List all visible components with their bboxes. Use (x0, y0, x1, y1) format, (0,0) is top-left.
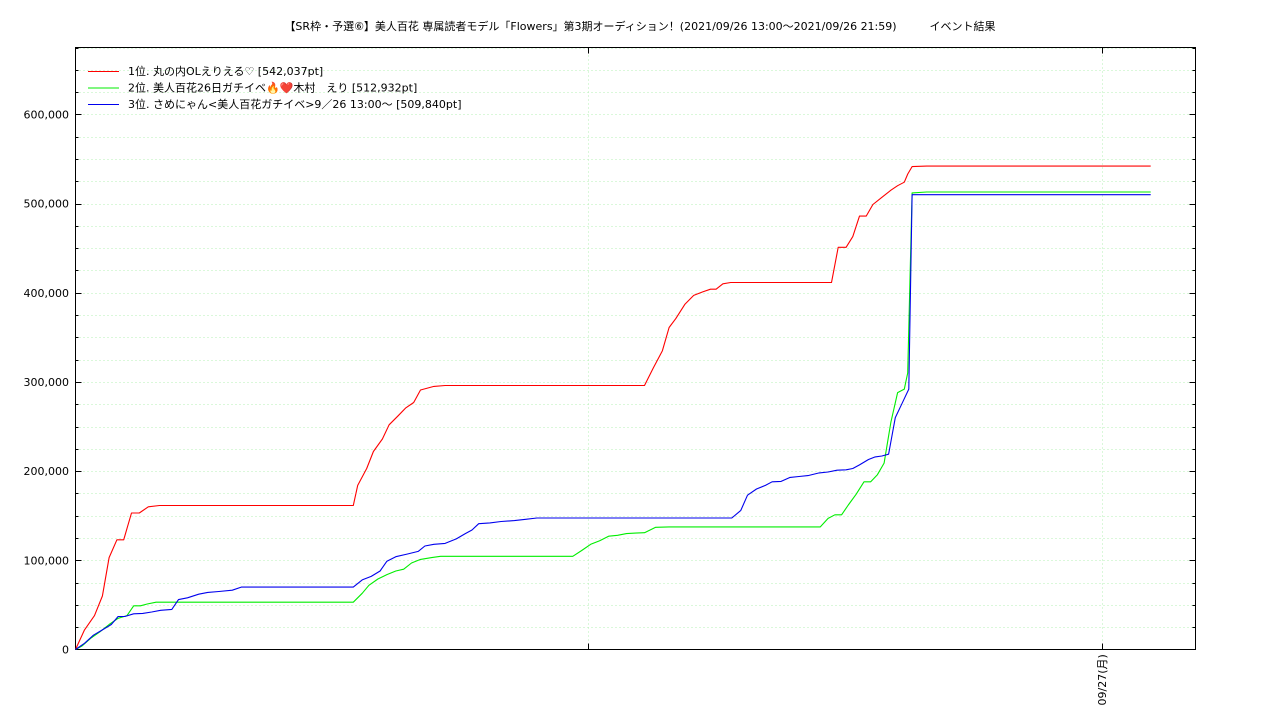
y-tick-label: 200,000 (24, 465, 70, 478)
legend-label-1: 1位. 丸の内OLえりえる♡ [542,037pt] (128, 64, 323, 78)
grid (75, 47, 1196, 650)
series-lines (75, 165, 1151, 650)
series-line-2 (75, 191, 1151, 650)
y-tick-label: 600,000 (24, 108, 70, 121)
series-line-3 (75, 194, 1151, 650)
legend: 1位. 丸の内OLえりえる♡ [542,037pt] 2位. 美人百花26日ガチイ… (88, 64, 461, 111)
axis-ticks: 0 100,000 200,000 300,000 400,000 500,000 600,… (24, 47, 1196, 706)
legend-label-2: 2位. 美人百花26日ガチイベ🔥❤️木村 えり [512,932pt] (128, 81, 417, 95)
line-chart: 0 100,000 200,000 300,000 400,000 500,000 600,… (24, 47, 1196, 706)
legend-label-3: 3位. さめにゃん<美人百花ガチイベ>9／26 13:00〜 [509,840p… (128, 97, 461, 111)
y-tick-label: 0 (62, 644, 69, 657)
y-tick-label: 300,000 (24, 376, 70, 389)
y-tick-label: 500,000 (24, 198, 70, 211)
series-line-1 (75, 165, 1151, 650)
y-tick-label: 100,000 (24, 554, 70, 567)
x-tick-label: 09/27(月) (1096, 654, 1109, 705)
y-tick-label: 400,000 (24, 287, 70, 300)
